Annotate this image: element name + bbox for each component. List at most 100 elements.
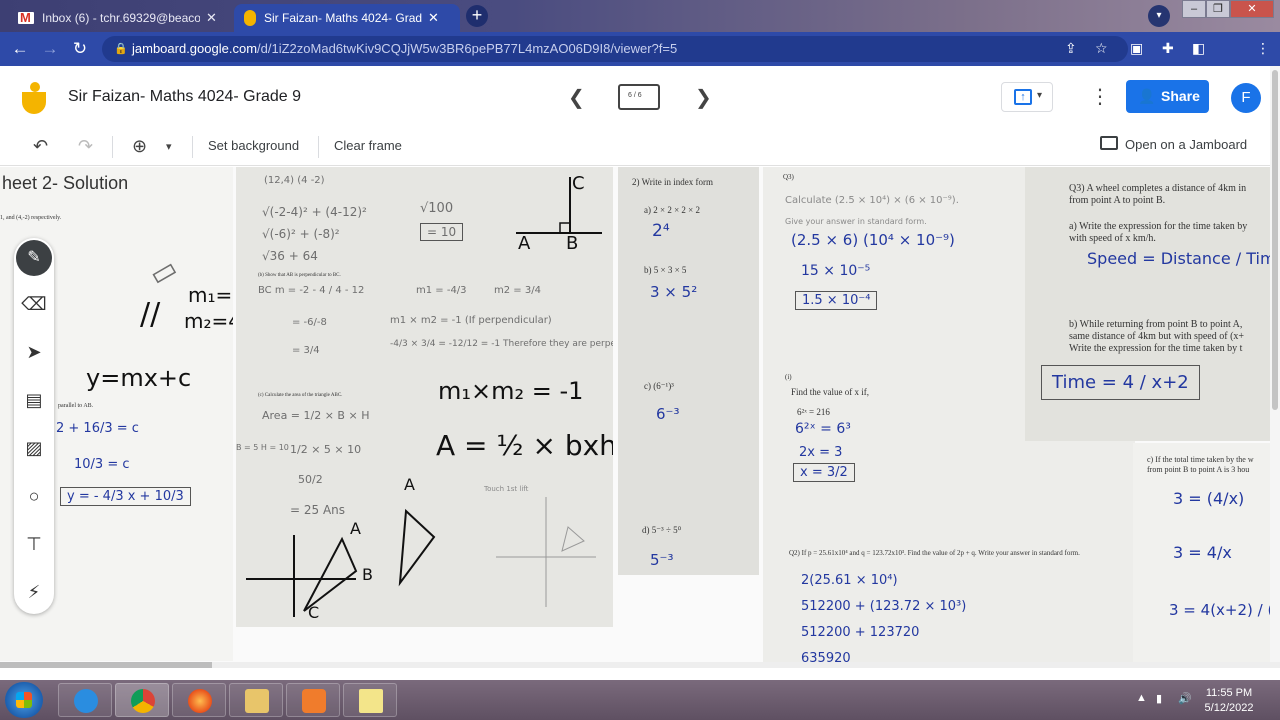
- start-button[interactable]: [5, 682, 43, 718]
- clock-time: 11:55 PM: [1205, 687, 1253, 699]
- tray-chevron-icon[interactable]: ▲: [1136, 692, 1147, 704]
- image-icon[interactable]: ▨: [14, 438, 54, 459]
- gradient-m2: m₂=4: [184, 309, 233, 333]
- working-line: 3 = 4/x: [1173, 543, 1232, 562]
- puzzle-icon[interactable]: ✚: [1162, 40, 1174, 57]
- jam-canvas[interactable]: heet 2- Solution 1, and (4,-2) respectiv…: [0, 167, 1280, 667]
- browser-tab-bar: Inbox (6) - tchr.69329@beaconite ✕ Sir F…: [0, 0, 1280, 32]
- tab-jamboard[interactable]: Sir Faizan- Maths 4024- Grade 9 ✕: [234, 4, 460, 32]
- shape-circle-icon[interactable]: ○: [14, 486, 54, 507]
- undo-icon[interactable]: ↶: [33, 136, 48, 157]
- sticky-note-icon[interactable]: ▤: [14, 390, 54, 411]
- share-button[interactable]: 👤 Share: [1126, 80, 1209, 113]
- tool-palette: ✎ ⌫ ➤ ▤ ▨ ○ ⊤ ⚡: [14, 238, 54, 614]
- point-label: C: [572, 173, 585, 194]
- worksheet-image-e: Q3) A wheel completes a distance of 4km …: [1025, 167, 1280, 441]
- boxed-answer: = 10: [420, 223, 464, 241]
- working-line: 2x = 3: [799, 445, 843, 460]
- text-box-icon[interactable]: ⊤: [14, 534, 54, 555]
- pen-icon[interactable]: ✎: [16, 240, 52, 276]
- taskbar-chrome[interactable]: [115, 683, 169, 717]
- restore-button[interactable]: ❐: [1206, 0, 1230, 18]
- jamboard-logo-icon[interactable]: [22, 82, 46, 114]
- taskbar-explorer[interactable]: [229, 683, 283, 717]
- point-label: A: [404, 475, 415, 494]
- laser-icon[interactable]: ⚡: [14, 582, 54, 603]
- gradient-m1: m₁=4: [188, 283, 233, 307]
- previous-frame-chevron-icon[interactable]: ❮: [568, 85, 585, 110]
- taskbar-sticky-notes[interactable]: [343, 683, 397, 717]
- bookmark-star-icon[interactable]: ☆: [1095, 40, 1108, 57]
- app-header: Sir Faizan- Maths 4024- Grade 9 ❮ 6 / 6 …: [0, 66, 1280, 128]
- upload-menu-button[interactable]: ↑ ▾: [1001, 82, 1053, 112]
- chrome-icon: [131, 689, 155, 713]
- tab-gmail[interactable]: Inbox (6) - tchr.69329@beaconite ✕: [8, 4, 230, 32]
- answer: 6⁻³: [656, 405, 680, 423]
- answer: 3 × 5²: [650, 283, 698, 301]
- zoom-icon[interactable]: ⊕: [132, 136, 147, 157]
- print-text: parallel to AB.: [58, 403, 94, 409]
- jamboard-device-icon: [1100, 136, 1118, 150]
- logo-body: [22, 92, 46, 114]
- folder-icon: [245, 689, 269, 713]
- redo-icon[interactable]: ↷: [78, 136, 93, 157]
- eraser-icon[interactable]: ⌫: [14, 294, 54, 315]
- next-frame-chevron-icon[interactable]: ❯: [695, 85, 712, 110]
- extension-icon[interactable]: ▣: [1130, 40, 1143, 57]
- more-options-icon[interactable]: ⋮: [1090, 84, 1110, 109]
- volume-icon[interactable]: 🔊: [1178, 692, 1192, 705]
- share-page-icon[interactable]: ⇪: [1065, 40, 1077, 57]
- working-line: 3 = (4/x): [1173, 489, 1245, 508]
- new-tab-button[interactable]: +: [466, 5, 488, 27]
- scrollbar-thumb[interactable]: [0, 662, 212, 668]
- close-icon[interactable]: ✕: [206, 10, 217, 26]
- sticky-notes-icon: [359, 689, 383, 713]
- question: with speed of x km/h.: [1069, 233, 1156, 244]
- select-arrow-icon[interactable]: ➤: [14, 342, 54, 363]
- url-host: jamboard.google.com: [132, 41, 258, 56]
- point-label: A: [350, 519, 361, 538]
- horizontal-scrollbar[interactable]: [0, 662, 1280, 668]
- minimize-button[interactable]: –: [1182, 0, 1206, 18]
- vertical-scrollbar[interactable]: [1270, 66, 1280, 662]
- open-on-jamboard-button[interactable]: Open on a Jamboard: [1100, 136, 1247, 152]
- reload-icon[interactable]: ↻: [70, 39, 90, 59]
- forward-arrow-icon[interactable]: →: [40, 39, 60, 59]
- set-background-button[interactable]: Set background: [208, 138, 299, 153]
- user-avatar[interactable]: F: [1231, 83, 1261, 113]
- working-line: (2.5 × 6) (10⁴ × 10⁻⁹): [791, 231, 955, 249]
- answer: 2⁴: [652, 221, 670, 241]
- system-clock[interactable]: 11:55 PM 5/12/2022: [1196, 686, 1262, 716]
- taskbar-media[interactable]: [286, 683, 340, 717]
- close-window-button[interactable]: ✕: [1230, 0, 1274, 18]
- frame-bar-toggle[interactable]: 6 / 6: [618, 84, 660, 110]
- print-text: 1, and (4,-2) respectively.: [0, 215, 62, 221]
- tab-search-chevron-icon[interactable]: ▾: [1148, 5, 1170, 27]
- question: a) 2 × 2 × 2 × 2: [644, 205, 700, 215]
- question: Give your answer in standard form.: [785, 217, 927, 226]
- taskbar-firefox[interactable]: [172, 683, 226, 717]
- document-title[interactable]: Sir Faizan- Maths 4024- Grade 9: [68, 88, 301, 106]
- print-text: (b) Show that AB is perpendicular to BC.: [258, 273, 341, 278]
- point-label: B: [362, 565, 373, 584]
- battery-icon[interactable]: ▮: [1156, 692, 1162, 705]
- area-formula: A = ½ × bxh: [436, 429, 613, 462]
- perpendicular-condition: m₁×m₂ = -1: [438, 377, 584, 405]
- clear-frame-button[interactable]: Clear frame: [334, 138, 402, 153]
- working-line: 1/2 × 5 × 10: [290, 443, 362, 456]
- question: c) (6⁻¹)³: [644, 381, 674, 391]
- back-arrow-icon[interactable]: ←: [10, 39, 30, 59]
- scrollbar-thumb[interactable]: [1272, 70, 1278, 410]
- taskbar-ie[interactable]: [58, 683, 112, 717]
- frame-indicator: 6 / 6: [628, 92, 642, 99]
- print-text: (c) Calculate the area of the triangle A…: [258, 393, 343, 398]
- browser-menu-icon[interactable]: ⋮: [1256, 40, 1270, 57]
- media-player-icon: [302, 689, 326, 713]
- close-icon[interactable]: ✕: [428, 10, 439, 26]
- address-bar[interactable]: 🔒 jamboard.google.com/d/1iZ2zoMad6twKiv9…: [102, 36, 1128, 62]
- triangle-sketch: [246, 497, 596, 617]
- side-panel-icon[interactable]: ◧: [1192, 40, 1205, 57]
- boxed-answer: y = - 4/3 x + 10/3: [60, 487, 191, 506]
- chevron-down-icon[interactable]: ▾: [166, 140, 172, 153]
- question: a) Write the expression for the time tak…: [1069, 221, 1248, 232]
